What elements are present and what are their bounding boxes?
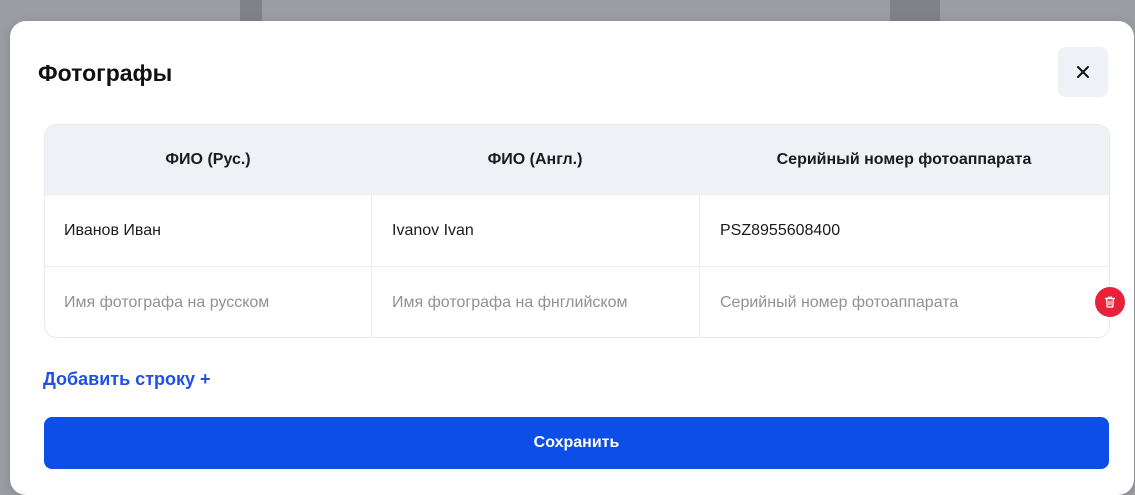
name-ru-field[interactable]: [64, 221, 356, 240]
column-header-serial: Серийный номер фотоаппарата: [776, 150, 1032, 168]
table-row: [45, 194, 1109, 266]
delete-row-button[interactable]: [1095, 287, 1125, 317]
photographers-table: ФИО (Рус.) ФИО (Англ.) Серийный номер фо…: [44, 124, 1110, 338]
serial-field[interactable]: [720, 221, 1090, 240]
cell-serial-new[interactable]: [699, 267, 1109, 337]
cell-name-en-new[interactable]: [371, 267, 699, 337]
column-header-name-en: ФИО (Англ.): [487, 150, 583, 168]
cell-name-ru-new[interactable]: [45, 267, 371, 337]
table-header-row: ФИО (Рус.) ФИО (Англ.) Серийный номер фо…: [45, 125, 1109, 194]
trash-icon: [1104, 296, 1116, 308]
new-name-ru-input[interactable]: [64, 293, 356, 312]
new-serial-input[interactable]: [720, 293, 1090, 312]
cell-serial[interactable]: [699, 195, 1109, 266]
photographers-modal: Фотографы ФИО (Рус.) ФИО (Англ.) Серийны…: [10, 21, 1134, 495]
save-button[interactable]: Сохранить: [44, 417, 1109, 469]
add-row-link[interactable]: Добавить строку +: [43, 369, 211, 390]
close-button[interactable]: [1058, 47, 1108, 97]
table-row-new: [45, 266, 1109, 337]
column-header-name-ru: ФИО (Рус.): [165, 150, 251, 168]
close-icon: [1077, 66, 1089, 78]
cell-name-ru[interactable]: [45, 195, 371, 266]
cell-name-en[interactable]: [371, 195, 699, 266]
new-name-en-input[interactable]: [392, 293, 684, 312]
modal-title: Фотографы: [38, 60, 173, 86]
name-en-field[interactable]: [392, 221, 684, 240]
